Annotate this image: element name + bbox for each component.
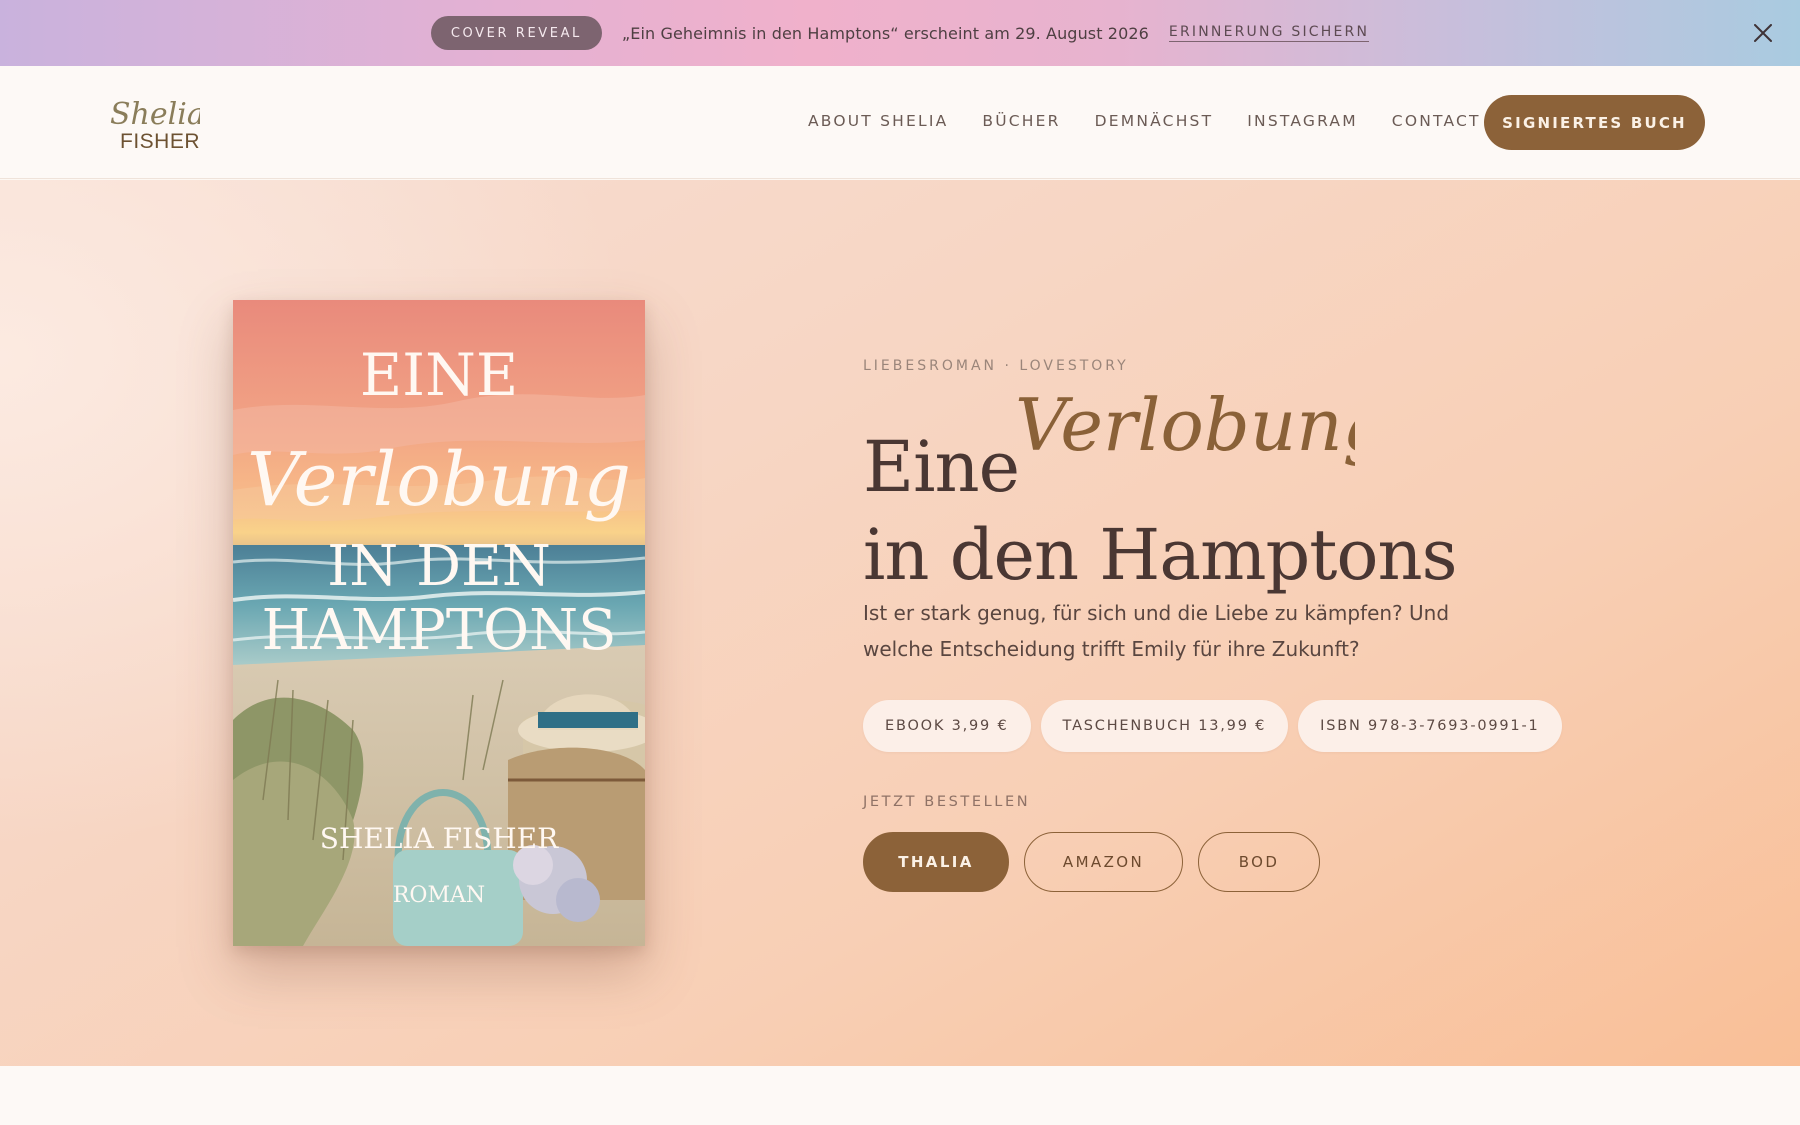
paperback-price-chip: TASCHENBUCH 13,99 € xyxy=(1040,700,1289,752)
logo-mark: Shelia FISHER xyxy=(110,97,205,153)
announcement-bar: COVER REVEAL „Ein Geheimnis in den Hampt… xyxy=(0,0,1800,66)
announcement-content: COVER REVEAL „Ein Geheimnis in den Hampt… xyxy=(430,16,1370,50)
reminder-link[interactable]: ERINNERUNG SICHERN xyxy=(1168,24,1370,42)
genre-label: LIEBESROMAN · LOVESTORY xyxy=(863,358,1129,374)
cover-title-top: EINE xyxy=(360,341,518,409)
logo[interactable]: Shelia FISHER xyxy=(108,94,205,154)
bod-button[interactable]: BOD xyxy=(1198,832,1320,892)
next-section-start xyxy=(0,1066,1800,1125)
logo-wordmark: FISHER xyxy=(120,130,200,153)
ebook-price-chip: EBOOK 3,99 € xyxy=(863,700,1031,752)
cover-title-mid1: IN DEN xyxy=(327,534,551,599)
book-details: EBOOK 3,99 € TASCHENBUCH 13,99 € ISBN 97… xyxy=(863,700,1562,752)
amazon-button[interactable]: AMAZON xyxy=(1024,832,1183,892)
nav-contact[interactable]: CONTACT xyxy=(1392,112,1481,130)
nav-books[interactable]: BÜCHER xyxy=(982,112,1060,130)
cover-author: SHELIA FISHER xyxy=(320,822,559,855)
cover-subtitle: ROMAN xyxy=(393,883,485,908)
nav-about[interactable]: ABOUT SHELIA xyxy=(808,112,948,130)
main-nav: ABOUT SHELIA BÜCHER DEMNÄCHST INSTAGRAM … xyxy=(808,112,1515,130)
title-line2: in den Hamptons xyxy=(863,514,1458,596)
book-teaser: Ist er stark genug, für sich und die Lie… xyxy=(863,601,1450,661)
nav-upcoming[interactable]: DEMNÄCHST xyxy=(1095,112,1214,130)
site-header: Shelia FISHER ABOUT SHELIA BÜCHER DEMNÄC… xyxy=(0,66,1800,179)
hero-section: EINE Verlobung IN DEN HAMPTONS SHELIA FI… xyxy=(0,180,1800,1066)
nav-instagram[interactable]: INSTAGRAM xyxy=(1247,112,1358,130)
book-cover[interactable]: EINE Verlobung IN DEN HAMPTONS SHELIA FI… xyxy=(233,300,645,946)
title-part1: Eine xyxy=(863,426,1020,508)
cover-title-script: Verlobung xyxy=(247,437,631,523)
shop-buttons: THALIA AMAZON BOD xyxy=(863,832,1320,892)
close-icon xyxy=(1754,24,1772,42)
thalia-button[interactable]: THALIA xyxy=(863,832,1009,892)
order-label: JETZT BESTELLEN xyxy=(863,794,1031,810)
title-script-word: Verlobung xyxy=(1015,388,1355,467)
isbn-chip: ISBN 978-3-7693-0991-1 xyxy=(1298,700,1562,752)
cover-title-mid2: HAMPTONS xyxy=(262,598,617,663)
cover-reveal-badge: COVER REVEAL xyxy=(430,16,602,50)
logo-script: Shelia xyxy=(110,97,200,132)
title-script-text: Verlobung xyxy=(1015,388,1355,467)
announcement-text: „Ein Geheimnis in den Hamptons“ erschein… xyxy=(621,23,1149,43)
close-announcement-button[interactable] xyxy=(1746,16,1780,50)
signed-book-button[interactable]: SIGNIERTES BUCH xyxy=(1484,95,1705,150)
